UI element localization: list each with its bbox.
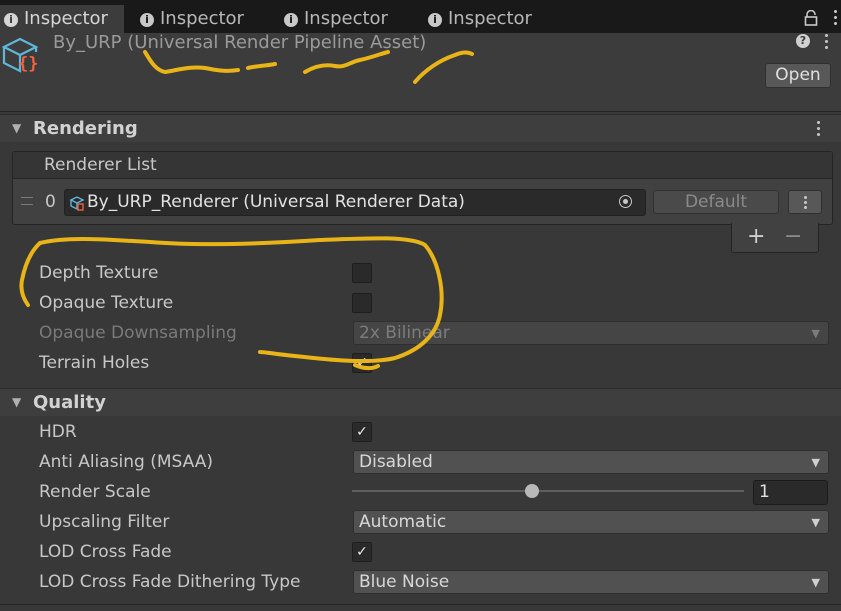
- svg-text:{}: {}: [18, 54, 38, 74]
- depth-texture-checkbox[interactable]: [352, 263, 372, 283]
- renderer-row-menu-button[interactable]: [788, 190, 822, 214]
- help-icon[interactable]: ?: [796, 34, 810, 48]
- tab-label: Inspector: [24, 8, 108, 29]
- quality-section-header[interactable]: ▼ Quality: [0, 388, 841, 416]
- section-menu-kebab[interactable]: [817, 121, 821, 137]
- tab-label: Inspector: [160, 8, 244, 29]
- terrain-holes-label: Terrain Holes: [39, 353, 150, 373]
- renderer-value: By_URP_Renderer (Universal Renderer Data…: [87, 192, 465, 212]
- render-scale-value: 1: [759, 482, 770, 502]
- chevron-down-icon: ▼: [811, 576, 820, 589]
- add-button[interactable]: +: [747, 224, 765, 249]
- drag-handle-icon[interactable]: [21, 197, 33, 205]
- default-button[interactable]: Default: [653, 190, 779, 214]
- renderer-index: 0: [45, 192, 56, 212]
- lod-cross-fade-checkbox[interactable]: ✓: [352, 542, 372, 562]
- header-menu-kebab[interactable]: [825, 34, 829, 50]
- tab-bar: i Inspector i Inspector i Inspector i Inspec…: [0, 0, 841, 33]
- object-picker-icon[interactable]: [618, 194, 634, 210]
- opaque-texture-label: Opaque Texture: [39, 293, 174, 313]
- tab-inspector-4[interactable]: i Inspector: [428, 5, 532, 33]
- info-icon: i: [284, 13, 298, 27]
- lod-dither-dropdown[interactable]: Blue Noise ▼: [353, 570, 829, 594]
- asset-header: {} By_URP (Universal Render Pipeline Ass…: [0, 33, 841, 112]
- hdr-checkbox[interactable]: ✓: [352, 422, 372, 442]
- render-scale-label: Render Scale: [39, 482, 151, 502]
- bottom-divider: [0, 604, 841, 605]
- renderer-list-title: Renderer List: [44, 155, 157, 175]
- upscaling-filter-dropdown[interactable]: Automatic ▼: [353, 510, 829, 534]
- opaque-texture-checkbox[interactable]: [352, 293, 372, 313]
- tab-menu-kebab[interactable]: [834, 10, 838, 26]
- upscaling-filter-label: Upscaling Filter: [39, 512, 170, 532]
- opaque-downsampling-label: Opaque Downsampling: [39, 323, 237, 343]
- lod-dither-label: LOD Cross Fade Dithering Type: [39, 572, 301, 592]
- opaque-downsampling-dropdown: 2x Bilinear ▼: [353, 321, 829, 345]
- list-add-remove-footer: + −: [731, 223, 819, 253]
- renderer-data-icon: [69, 196, 85, 211]
- asset-title: By_URP (Universal Render Pipeline Asset): [53, 32, 427, 53]
- lod-cross-fade-label: LOD Cross Fade: [39, 542, 172, 562]
- slider-track[interactable]: [352, 490, 744, 492]
- info-icon: i: [4, 13, 18, 27]
- chevron-down-icon: ▼: [811, 516, 820, 529]
- slider-thumb[interactable]: [525, 484, 540, 498]
- anti-aliasing-dropdown[interactable]: Disabled ▼: [353, 450, 829, 474]
- renderer-list: Renderer List 0 By_URP_Renderer (Univers…: [12, 151, 833, 225]
- hdr-label: HDR: [39, 422, 77, 442]
- dropdown-value: Disabled: [359, 452, 433, 472]
- dropdown-value: Blue Noise: [359, 572, 450, 592]
- tab-inspector-3[interactable]: i Inspector: [284, 5, 388, 33]
- tab-inspector-2[interactable]: i Inspector: [140, 5, 244, 33]
- foldout-arrow-icon[interactable]: ▼: [12, 115, 21, 142]
- open-button[interactable]: Open: [765, 63, 831, 88]
- terrain-holes-checkbox[interactable]: ✓: [352, 353, 372, 373]
- chevron-down-icon: ▼: [811, 456, 820, 469]
- dropdown-value: Automatic: [359, 512, 447, 532]
- render-scale-slider[interactable]: [352, 480, 744, 502]
- info-icon: i: [428, 13, 442, 27]
- rendering-section-header[interactable]: ▼ Rendering: [0, 114, 841, 142]
- info-icon: i: [140, 13, 154, 27]
- chevron-down-icon: ▼: [811, 327, 820, 340]
- lock-icon[interactable]: [804, 10, 818, 26]
- section-title: Rendering: [33, 118, 138, 139]
- anti-aliasing-label: Anti Aliasing (MSAA): [39, 452, 214, 472]
- urp-asset-icon: {}: [1, 37, 38, 74]
- tab-label: Inspector: [448, 8, 532, 29]
- tab-inspector-1[interactable]: i Inspector: [0, 5, 124, 33]
- remove-button[interactable]: −: [784, 224, 802, 249]
- renderer-object-field[interactable]: By_URP_Renderer (Universal Renderer Data…: [64, 189, 646, 216]
- dropdown-value: 2x Bilinear: [359, 323, 450, 343]
- tab-label: Inspector: [304, 8, 388, 29]
- foldout-arrow-icon[interactable]: ▼: [12, 389, 21, 416]
- section-title: Quality: [33, 392, 106, 413]
- depth-texture-label: Depth Texture: [39, 263, 159, 283]
- render-scale-input[interactable]: 1: [753, 480, 828, 505]
